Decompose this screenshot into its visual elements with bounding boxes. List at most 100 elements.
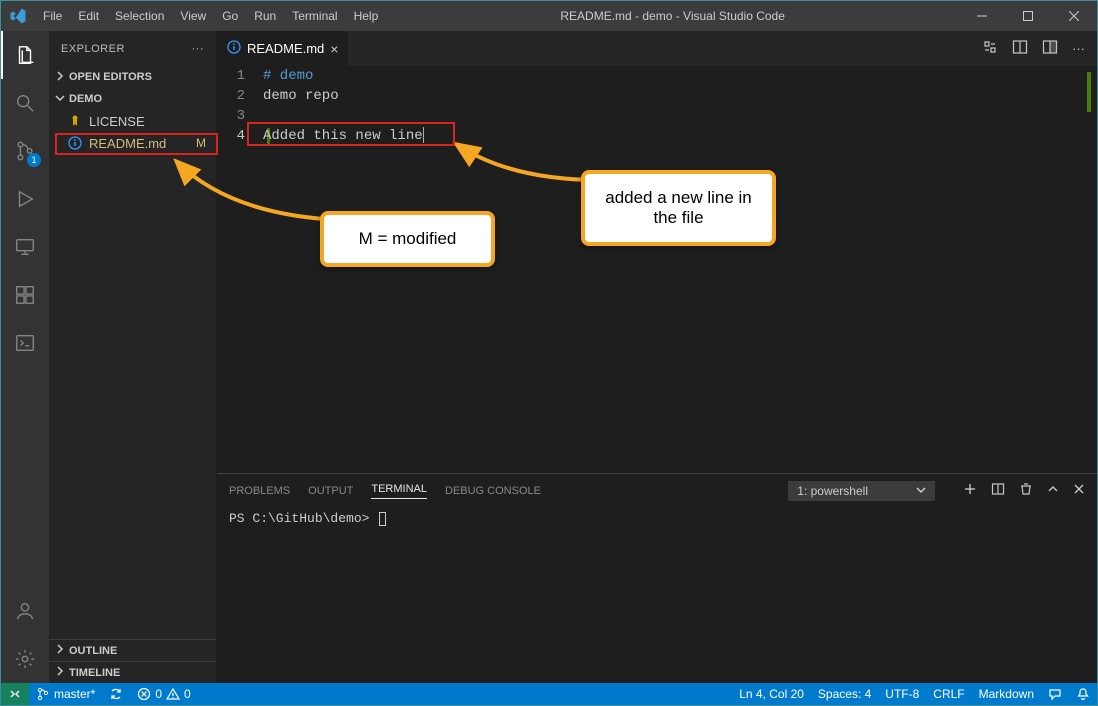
activity-remote-explorer[interactable]: [1, 223, 49, 271]
explorer-sidebar: EXPLORER ··· OPEN EDITORS DEMO LICENSE: [49, 31, 217, 683]
callout-text: added a new line in the file: [605, 188, 752, 227]
more-actions-icon[interactable]: ···: [1072, 41, 1085, 56]
license-file-icon: [67, 114, 83, 128]
menu-selection[interactable]: Selection: [107, 1, 172, 31]
activity-run-debug[interactable]: [1, 175, 49, 223]
menu-view[interactable]: View: [172, 1, 214, 31]
debug-icon: [14, 188, 36, 210]
activity-explorer[interactable]: [1, 31, 49, 79]
timeline-label: TIMELINE: [69, 667, 120, 679]
remote-explorer-icon: [14, 236, 36, 258]
menu-help[interactable]: Help: [346, 1, 387, 31]
split-editor-icon[interactable]: [1042, 39, 1058, 58]
terminal[interactable]: PS C:\GitHub\demo>: [217, 507, 1097, 683]
terminal-selector-label: 1: powershell: [797, 484, 868, 498]
activity-remote-window[interactable]: [1, 319, 49, 367]
chevron-down-icon: [55, 93, 69, 106]
editor-tabs: README.md × ···: [217, 31, 1097, 66]
line-number: 3: [217, 106, 245, 126]
remote-icon: [8, 687, 22, 701]
chevron-down-icon: [916, 484, 926, 498]
status-bar: master* 0 0 Ln 4, Col 20 Spaces: 4 UTF-8…: [1, 683, 1097, 705]
new-terminal-icon[interactable]: [963, 482, 977, 499]
explorer-title: EXPLORER: [61, 43, 125, 55]
bell-icon: [1076, 687, 1090, 701]
status-feedback[interactable]: [1041, 683, 1069, 705]
status-notifications[interactable]: [1069, 683, 1097, 705]
open-preview-icon[interactable]: [1012, 39, 1028, 58]
chevron-right-icon: [55, 71, 69, 84]
annotation-callout-modified: M = modified: [320, 211, 495, 267]
outline-label: OUTLINE: [69, 645, 117, 657]
status-indent[interactable]: Spaces: 4: [811, 683, 878, 705]
explorer-more-icon[interactable]: ···: [192, 43, 205, 55]
file-item-license[interactable]: LICENSE: [49, 110, 216, 132]
status-branch[interactable]: master*: [29, 683, 102, 705]
maximize-panel-icon[interactable]: [1047, 483, 1059, 498]
activity-search[interactable]: [1, 79, 49, 127]
window-minimize-button[interactable]: [959, 1, 1005, 31]
menu-terminal[interactable]: Terminal: [284, 1, 345, 31]
outline-section[interactable]: OUTLINE: [49, 639, 216, 661]
warning-icon: [166, 687, 180, 701]
code-line: # demo: [263, 68, 313, 84]
status-remote[interactable]: [1, 683, 29, 705]
terminal-cursor: [379, 512, 386, 526]
activity-bar: 1: [1, 31, 49, 683]
annotation-redbox-file: [55, 133, 218, 155]
window-close-button[interactable]: [1051, 1, 1097, 31]
line-number: 1: [217, 66, 245, 86]
status-eol[interactable]: CRLF: [926, 683, 971, 705]
panel-tab-terminal[interactable]: TERMINAL: [371, 483, 427, 499]
file-name: LICENSE: [89, 114, 145, 129]
activity-accounts[interactable]: [1, 587, 49, 635]
vertical-scrollbar[interactable]: [1087, 66, 1097, 473]
error-icon: [137, 687, 151, 701]
panel-tab-problems[interactable]: PROBLEMS: [229, 485, 290, 497]
status-line-col[interactable]: Ln 4, Col 20: [732, 683, 811, 705]
menu-edit[interactable]: Edit: [70, 1, 107, 31]
split-terminal-icon[interactable]: [991, 482, 1005, 499]
chevron-right-icon: [55, 644, 69, 657]
tab-readme[interactable]: README.md ×: [217, 31, 349, 66]
annotation-redbox-line: [247, 122, 455, 146]
gear-icon: [14, 648, 36, 670]
panel-tabs: PROBLEMS OUTPUT TERMINAL DEBUG CONSOLE 1…: [217, 474, 1097, 507]
panel-tab-debug-console[interactable]: DEBUG CONSOLE: [445, 485, 541, 497]
bottom-panel: PROBLEMS OUTPUT TERMINAL DEBUG CONSOLE 1…: [217, 473, 1097, 683]
status-problems[interactable]: 0 0: [130, 683, 197, 705]
error-count: 0: [155, 687, 162, 701]
titlebar: File Edit Selection View Go Run Terminal…: [1, 1, 1097, 31]
scm-badge: 1: [27, 153, 41, 167]
folder-section[interactable]: DEMO: [49, 88, 216, 110]
open-editors-section[interactable]: OPEN EDITORS: [49, 66, 216, 88]
vscode-logo-icon: [9, 7, 27, 25]
timeline-section[interactable]: TIMELINE: [49, 661, 216, 683]
tab-label: README.md: [247, 41, 324, 56]
menu-run[interactable]: Run: [246, 1, 284, 31]
menu-bar: File Edit Selection View Go Run Terminal…: [35, 1, 386, 31]
close-panel-icon[interactable]: [1073, 483, 1085, 498]
menu-file[interactable]: File: [35, 1, 70, 31]
tab-close-icon[interactable]: ×: [330, 41, 338, 57]
line-number: 4: [217, 126, 245, 146]
panel-tab-output[interactable]: OUTPUT: [308, 485, 353, 497]
activity-extensions[interactable]: [1, 271, 49, 319]
status-encoding[interactable]: UTF-8: [878, 683, 926, 705]
status-sync[interactable]: [102, 683, 130, 705]
files-icon: [14, 44, 36, 66]
search-icon: [14, 92, 36, 114]
activity-source-control[interactable]: 1: [1, 127, 49, 175]
sync-icon: [109, 687, 123, 701]
terminal-selector[interactable]: 1: powershell: [788, 481, 935, 501]
annotation-callout-newline: added a new line in the file: [581, 170, 776, 246]
status-language[interactable]: Markdown: [972, 683, 1041, 705]
window-maximize-button[interactable]: [1005, 1, 1051, 31]
menu-go[interactable]: Go: [214, 1, 246, 31]
activity-settings[interactable]: [1, 635, 49, 683]
kill-terminal-icon[interactable]: [1019, 482, 1033, 499]
terminal-square-icon: [14, 332, 36, 354]
line-number: 2: [217, 86, 245, 106]
open-changes-icon[interactable]: [982, 39, 998, 58]
code-line: demo repo: [263, 88, 339, 104]
